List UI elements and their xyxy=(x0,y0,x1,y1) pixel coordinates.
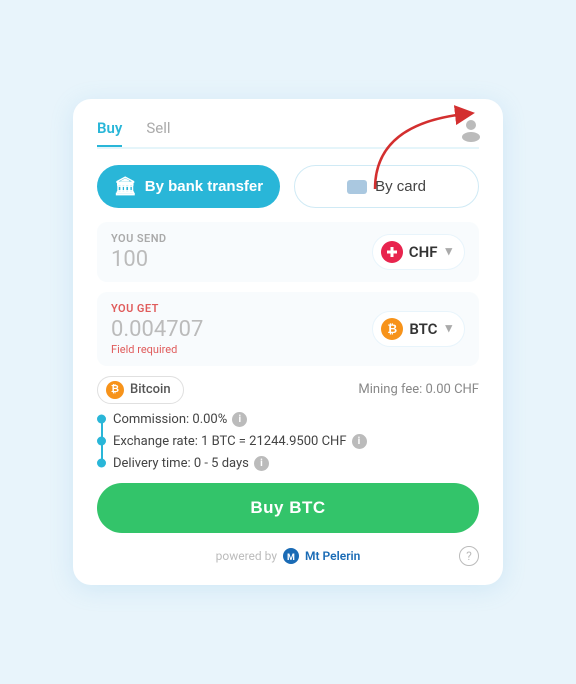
receive-currency-chevron: ▾ xyxy=(445,321,452,336)
send-input-left: YOU SEND 100 xyxy=(111,232,167,272)
receive-currency-label: BTC xyxy=(409,320,437,338)
delivery-time-row: Delivery time: 0 - 5 days i xyxy=(97,456,479,471)
exchange-dot xyxy=(97,437,106,446)
delivery-dot xyxy=(97,459,106,468)
send-currency-selector[interactable]: CHF ▾ xyxy=(372,234,465,270)
commission-dot xyxy=(97,415,106,424)
tabs-underline xyxy=(97,147,479,149)
commission-row: Commission: 0.00% i xyxy=(97,412,479,427)
receive-input-left: YOU GET 0.004707 Field required xyxy=(111,302,203,356)
send-input-row: YOU SEND 100 CHF ▾ xyxy=(97,222,479,282)
user-avatar-icon[interactable] xyxy=(457,115,485,143)
delivery-time-text: Delivery time: 0 - 5 days xyxy=(113,456,249,471)
coin-name: Bitcoin xyxy=(130,382,171,397)
chf-flag-icon xyxy=(381,241,403,263)
commission-info-icon[interactable]: i xyxy=(232,412,247,427)
exchange-rate-row: Exchange rate: 1 BTC = 21244.9500 CHF i xyxy=(97,434,479,449)
powered-by-label: powered by xyxy=(216,549,277,563)
by-card-button[interactable]: By card xyxy=(294,165,479,208)
by-card-label: By card xyxy=(375,178,426,195)
send-currency-label: CHF xyxy=(409,243,438,261)
payment-method-buttons: 🏛 By bank transfer By card xyxy=(97,165,479,208)
btc-icon: ₿ xyxy=(381,318,403,340)
bank-icon: 🏛 xyxy=(114,176,137,197)
exchange-rate-text: Exchange rate: 1 BTC = 21244.9500 CHF xyxy=(113,434,347,449)
tab-sell[interactable]: Sell xyxy=(146,119,170,147)
bank-transfer-button[interactable]: 🏛 By bank transfer xyxy=(97,165,280,208)
help-icon[interactable]: ? xyxy=(459,546,479,566)
btc-badge-icon: ₿ xyxy=(106,381,124,399)
receive-amount[interactable]: 0.004707 xyxy=(111,317,203,342)
coin-details-row: ₿ Bitcoin Mining fee: 0.00 CHF xyxy=(97,376,479,404)
profile-icon[interactable] xyxy=(457,115,485,143)
buy-btc-button[interactable]: Buy BTC xyxy=(97,483,479,533)
info-rows: Commission: 0.00% i Exchange rate: 1 BTC… xyxy=(97,412,479,471)
exchange-rate-info-icon[interactable]: i xyxy=(352,434,367,449)
tab-bar: Buy Sell xyxy=(97,119,479,147)
receive-label: YOU GET xyxy=(111,302,203,315)
swiss-cross-icon xyxy=(387,247,397,257)
coin-badge[interactable]: ₿ Bitcoin xyxy=(97,376,184,404)
send-currency-chevron: ▾ xyxy=(445,244,452,259)
powered-by-text: powered by M Mt Pelerin xyxy=(216,547,361,565)
footer: powered by M Mt Pelerin ? xyxy=(97,547,479,565)
delivery-info-icon[interactable]: i xyxy=(254,456,269,471)
receive-currency-selector[interactable]: ₿ BTC ▾ xyxy=(372,311,465,347)
bank-transfer-label: By bank transfer xyxy=(145,178,263,195)
send-amount[interactable]: 100 xyxy=(111,247,167,272)
commission-text: Commission: 0.00% xyxy=(113,412,227,427)
field-required-text: Field required xyxy=(111,343,203,356)
card-icon xyxy=(347,180,367,194)
brand-name: Mt Pelerin xyxy=(305,549,360,563)
mt-pelerin-logo-icon: M xyxy=(282,547,300,565)
send-label: YOU SEND xyxy=(111,232,167,245)
main-card: Buy Sell 🏛 By bank transfer By card YOU … xyxy=(73,99,503,585)
receive-input-row: YOU GET 0.004707 Field required ₿ BTC ▾ xyxy=(97,292,479,366)
svg-text:M: M xyxy=(287,553,295,563)
tab-buy[interactable]: Buy xyxy=(97,119,122,147)
mining-fee-text: Mining fee: 0.00 CHF xyxy=(358,382,479,397)
